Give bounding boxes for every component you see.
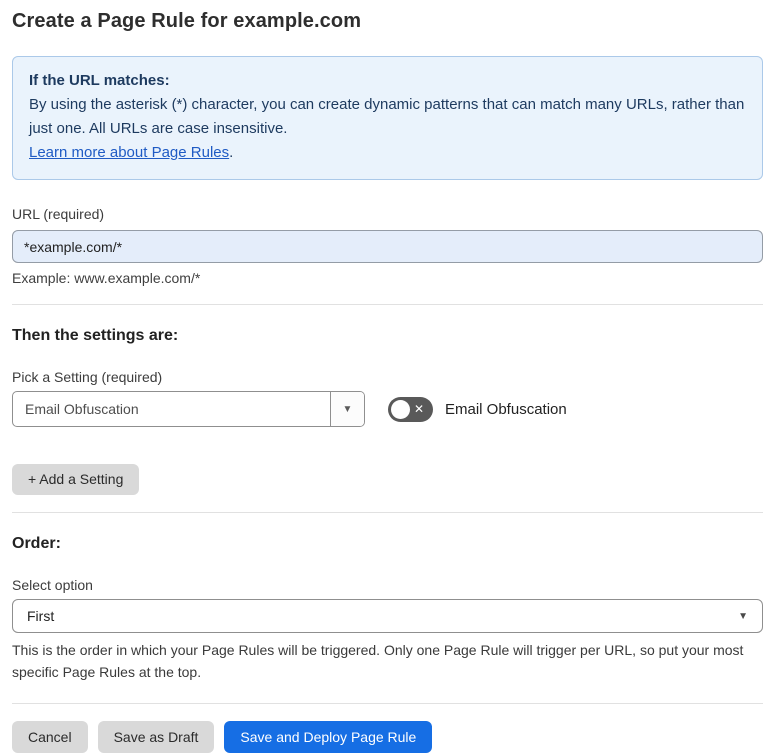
- save-and-deploy-button[interactable]: Save and Deploy Page Rule: [224, 721, 433, 753]
- caret-down-icon[interactable]: ▼: [330, 392, 364, 426]
- toggle-label: Email Obfuscation: [445, 400, 567, 418]
- setting-select-value: Email Obfuscation: [25, 401, 139, 417]
- divider: [12, 703, 763, 704]
- info-box-heading: If the URL matches:: [29, 72, 170, 89]
- toggle-knob: [391, 399, 410, 419]
- learn-more-link[interactable]: Learn more about Page Rules: [29, 144, 229, 161]
- order-select-value: First: [27, 608, 55, 624]
- order-help-text: This is the order in which your Page Rul…: [12, 642, 744, 680]
- create-page-rule-form: Create a Page Rule for example.com If th…: [0, 0, 775, 753]
- setting-row: Email Obfuscation ▼ ✕ Email Obfuscation: [12, 391, 763, 427]
- divider: [12, 304, 763, 305]
- info-box-body: By using the asterisk (*) character, you…: [29, 96, 745, 137]
- save-as-draft-button[interactable]: Save as Draft: [97, 721, 215, 753]
- email-obfuscation-toggle[interactable]: ✕: [388, 396, 433, 422]
- url-field-label: URL (required): [12, 206, 105, 222]
- order-select[interactable]: First ▼: [12, 599, 763, 633]
- page-title: Create a Page Rule for example.com: [12, 10, 362, 32]
- url-input[interactable]: [12, 230, 763, 263]
- link-period: .: [229, 144, 234, 161]
- divider: [12, 512, 763, 513]
- settings-section-heading: Then the settings are:: [12, 327, 179, 344]
- setting-select[interactable]: Email Obfuscation ▼: [12, 391, 365, 427]
- add-setting-button[interactable]: + Add a Setting: [12, 464, 140, 495]
- footer-actions: Cancel Save as Draft Save and Deploy Pag…: [12, 721, 763, 753]
- toggle-off-x-icon: ✕: [414, 402, 425, 416]
- pick-setting-label: Pick a Setting (required): [12, 369, 163, 385]
- caret-down-icon: ▼: [738, 610, 748, 622]
- cancel-button[interactable]: Cancel: [12, 721, 88, 753]
- order-section-heading: Order:: [12, 535, 61, 552]
- url-match-info-box: If the URL matches: By using the asteris…: [12, 56, 763, 180]
- url-example-text: Example: www.example.com/*: [12, 270, 201, 286]
- order-select-label: Select option: [12, 577, 93, 593]
- info-box-link-line: Learn more about Page Rules.: [29, 141, 746, 165]
